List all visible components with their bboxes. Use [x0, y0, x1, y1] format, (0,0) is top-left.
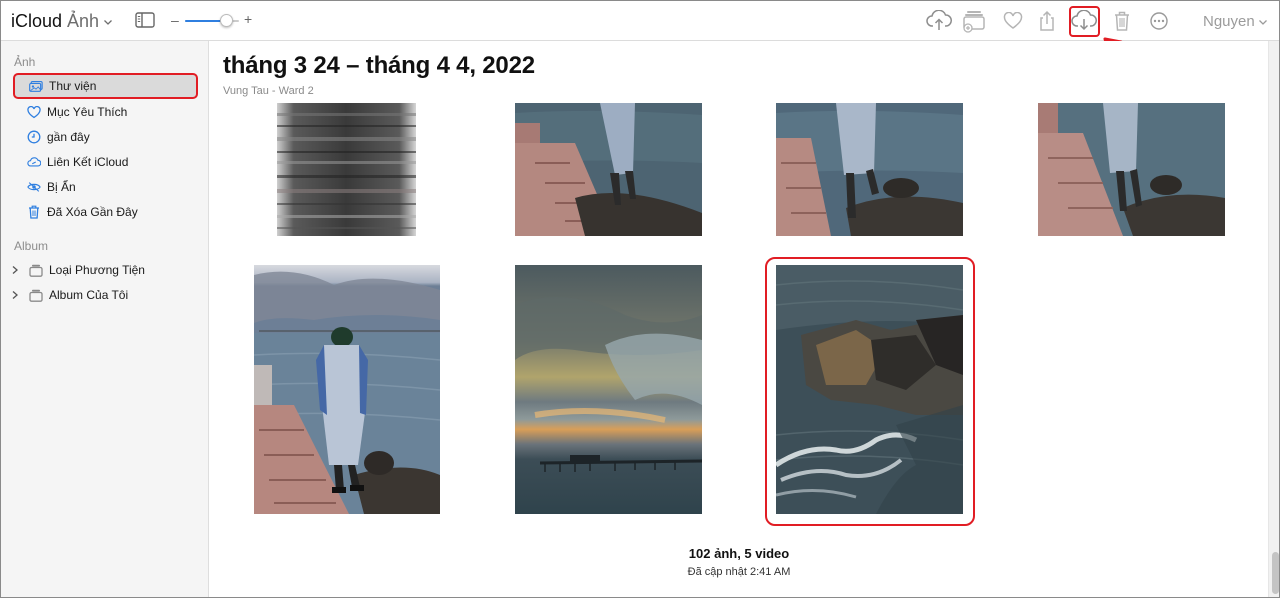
sidebar-item-label: Đã Xóa Gần Đây — [47, 205, 138, 219]
upload-icon[interactable] — [926, 9, 952, 33]
sidebar-toggle-icon[interactable] — [135, 12, 155, 28]
sidebar-item-library[interactable]: Thư viện — [13, 73, 198, 99]
photo-thumbnail[interactable] — [1038, 103, 1225, 236]
sidebar-item-label: Mục Yêu Thích — [47, 105, 128, 119]
vertical-scrollbar[interactable] — [1268, 41, 1279, 597]
clock-icon — [27, 130, 41, 144]
eye-hidden-icon — [27, 180, 41, 194]
share-icon[interactable] — [1034, 9, 1060, 33]
brand-label: iCloud — [11, 11, 63, 31]
add-to-album-icon[interactable] — [962, 9, 988, 33]
app-name: Ảnh — [67, 11, 100, 31]
sidebar-item-hidden[interactable]: Bị Ẩn — [13, 174, 198, 200]
sidebar-item-recents[interactable]: gần đây — [13, 124, 198, 150]
photo-thumbnail[interactable] — [515, 265, 702, 514]
sidebar-folder-my-albums[interactable]: Album Của Tôi — [11, 282, 198, 308]
selected-photo-highlight — [765, 257, 975, 526]
folder-icon — [29, 288, 43, 302]
top-bar: iCloud Ảnh – + Nguyen — [1, 1, 1279, 41]
last-updated: Đã cập nhật 2:41 AM — [687, 566, 791, 578]
trash-icon[interactable] — [1109, 9, 1135, 33]
sidebar-item-recently-deleted[interactable]: Đã Xóa Gần Đây — [13, 199, 198, 225]
zoom-knob[interactable] — [220, 14, 233, 27]
photo-thumbnail[interactable] — [254, 265, 440, 514]
photo-thumbnail[interactable] — [277, 103, 416, 236]
zoom-slider[interactable]: – + — [171, 11, 255, 29]
zoom-out-icon[interactable]: – — [171, 12, 179, 28]
item-count: 102 ảnh, 5 video — [688, 546, 790, 561]
folder-icon — [29, 263, 43, 277]
sidebar-item-label: Loại Phương Tiện — [49, 263, 145, 277]
location-subtitle: Vung Tau - Ward 2 — [223, 85, 314, 97]
section-title-photos: Ảnh — [14, 55, 36, 69]
date-header: tháng 3 24 – tháng 4 4, 2022 Vung Tau - … — [210, 41, 1268, 103]
photos-window: iCloud Ảnh – + Nguyen Ảnh Thư viện Mục Y… — [0, 0, 1280, 598]
sidebar-item-label: gần đây — [47, 130, 90, 144]
sidebar-item-label: Album Của Tôi — [49, 288, 129, 302]
photo-grid-area: tháng 3 24 – tháng 4 4, 2022 Vung Tau - … — [210, 41, 1268, 597]
chevron-down-icon — [104, 19, 113, 25]
sidebar-item-label: Thư viện — [49, 79, 97, 93]
user-menu[interactable]: Nguyen — [1203, 13, 1268, 30]
heart-icon — [27, 105, 41, 119]
library-icon — [29, 79, 43, 93]
sidebar-folder-media-types[interactable]: Loại Phương Tiện — [11, 257, 198, 283]
trash-icon — [27, 205, 41, 219]
zoom-fill — [185, 20, 225, 22]
section-title-album: Album — [14, 239, 49, 253]
photo-thumbnail[interactable] — [515, 103, 702, 236]
more-icon[interactable] — [1146, 9, 1172, 33]
disclosure-triangle-icon[interactable] — [11, 265, 19, 275]
favorite-heart-icon[interactable] — [1000, 9, 1026, 33]
cloud-link-icon — [27, 155, 41, 169]
sidebar-item-favorites[interactable]: Mục Yêu Thích — [13, 99, 198, 125]
disclosure-triangle-icon[interactable] — [11, 290, 19, 300]
download-icon[interactable] — [1071, 9, 1097, 33]
scrollbar-thumb[interactable] — [1272, 552, 1279, 594]
page-title: tháng 3 24 – tháng 4 4, 2022 — [223, 52, 535, 79]
sidebar: Ảnh Thư viện Mục Yêu Thích gần đây Liên … — [1, 41, 209, 597]
sidebar-item-label: Liên Kết iCloud — [47, 155, 129, 169]
app-switcher[interactable]: iCloud Ảnh — [11, 11, 113, 32]
zoom-in-icon[interactable]: + — [244, 11, 252, 27]
sidebar-item-icloud-links[interactable]: Liên Kết iCloud — [13, 149, 198, 175]
photo-thumbnail[interactable] — [776, 103, 963, 236]
sidebar-item-label: Bị Ẩn — [47, 180, 76, 194]
chevron-down-icon — [1258, 19, 1267, 25]
user-name: Nguyen — [1203, 13, 1255, 30]
